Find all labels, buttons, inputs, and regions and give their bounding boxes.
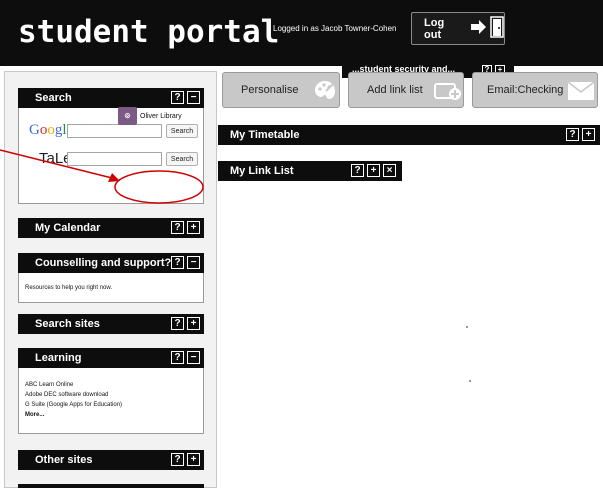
- tab-bar: Personalise Add link list Email:Checking: [222, 70, 603, 110]
- learning-more-link[interactable]: More...: [25, 410, 203, 420]
- tab-add-link-list-label: Add link list: [367, 84, 423, 96]
- add-list-icon: [434, 81, 462, 104]
- search-panel-title: Search: [35, 92, 72, 104]
- tale-search-input[interactable]: [67, 152, 162, 166]
- link-list-panel-header[interactable]: My Link List ? + ×: [218, 161, 402, 181]
- expand-button[interactable]: +: [187, 453, 200, 466]
- help-button[interactable]: ?: [171, 317, 184, 330]
- stray-dot: [466, 326, 468, 328]
- tab-personalise[interactable]: Personalise: [222, 72, 340, 108]
- logout-label: Log out: [424, 16, 445, 41]
- learning-link[interactable]: Adobe DEC software download: [25, 390, 203, 400]
- counselling-panel-body: Resources to help you right now.: [18, 273, 204, 303]
- logged-in-status: Logged in as Jacob Towner-Cohen: [273, 24, 397, 33]
- tab-email[interactable]: Email:Checking: [472, 72, 598, 108]
- door-icon: [490, 16, 504, 41]
- learning-panel-title: Learning: [35, 352, 82, 364]
- student-portal-screen: student portal Logged in as Jacob Towner…: [0, 0, 603, 488]
- expand-button[interactable]: +: [187, 317, 200, 330]
- help-button[interactable]: ?: [171, 453, 184, 466]
- palette-icon: [313, 79, 337, 106]
- calendar-panel-header[interactable]: My Calendar ? +: [18, 218, 204, 238]
- portal-title: student portal: [18, 14, 280, 50]
- calendar-panel-title: My Calendar: [35, 222, 101, 234]
- timetable-panel-header[interactable]: My Timetable ? +: [218, 125, 600, 145]
- counselling-panel-header: Counselling and support? ? −: [18, 253, 204, 273]
- help-button[interactable]: ?: [171, 221, 184, 234]
- tale-search-row: TaLe Search: [19, 150, 205, 168]
- link-list-panel-title: My Link List: [230, 165, 294, 177]
- oliver-library-label: Oliver Library: [140, 112, 182, 120]
- arrow-right-icon: [471, 20, 487, 37]
- help-button[interactable]: ?: [566, 128, 579, 141]
- tab-personalise-label: Personalise: [241, 84, 299, 96]
- learning-link[interactable]: G Suite (Google Apps for Education): [25, 400, 203, 410]
- tab-add-link-list[interactable]: Add link list: [348, 72, 464, 108]
- top-bar: student portal Logged in as Jacob Towner…: [0, 0, 603, 66]
- search-sites-panel-header[interactable]: Search sites ? +: [18, 314, 204, 334]
- help-button[interactable]: ?: [171, 256, 184, 269]
- collapse-button[interactable]: −: [187, 91, 200, 104]
- oliver-library-link[interactable]: ⌾ Oliver Library: [118, 105, 200, 127]
- tale-search-button[interactable]: Search: [166, 152, 198, 166]
- envelope-icon: [567, 81, 595, 104]
- other-sites-panel-header[interactable]: Other sites ? +: [18, 450, 204, 470]
- learning-panel-header: Learning ? −: [18, 348, 204, 368]
- expand-button[interactable]: +: [582, 128, 595, 141]
- learning-link[interactable]: ABC Learn Online: [25, 380, 203, 390]
- cut-off-panel-header: [18, 484, 204, 488]
- stray-dot: [469, 380, 471, 382]
- search-sites-panel-title: Search sites: [35, 318, 100, 330]
- logout-button[interactable]: Log out: [411, 12, 505, 45]
- help-button[interactable]: ?: [171, 351, 184, 364]
- help-button[interactable]: ?: [351, 164, 364, 177]
- help-button[interactable]: ?: [171, 91, 184, 104]
- tab-email-label: Email:Checking: [487, 84, 564, 96]
- collapse-button[interactable]: −: [187, 256, 200, 269]
- counselling-text: Resources to help you right now.: [25, 285, 113, 291]
- expand-button[interactable]: +: [187, 221, 200, 234]
- other-sites-panel-title: Other sites: [35, 454, 93, 466]
- timetable-panel-title: My Timetable: [230, 129, 300, 141]
- close-button[interactable]: ×: [383, 164, 396, 177]
- expand-button[interactable]: +: [367, 164, 380, 177]
- counselling-panel-title: Counselling and support?: [35, 257, 172, 269]
- oliver-library-icon: ⌾: [118, 107, 137, 125]
- learning-panel-body: ABC Learn Online Adobe DEC software down…: [18, 368, 204, 434]
- collapse-button[interactable]: −: [187, 351, 200, 364]
